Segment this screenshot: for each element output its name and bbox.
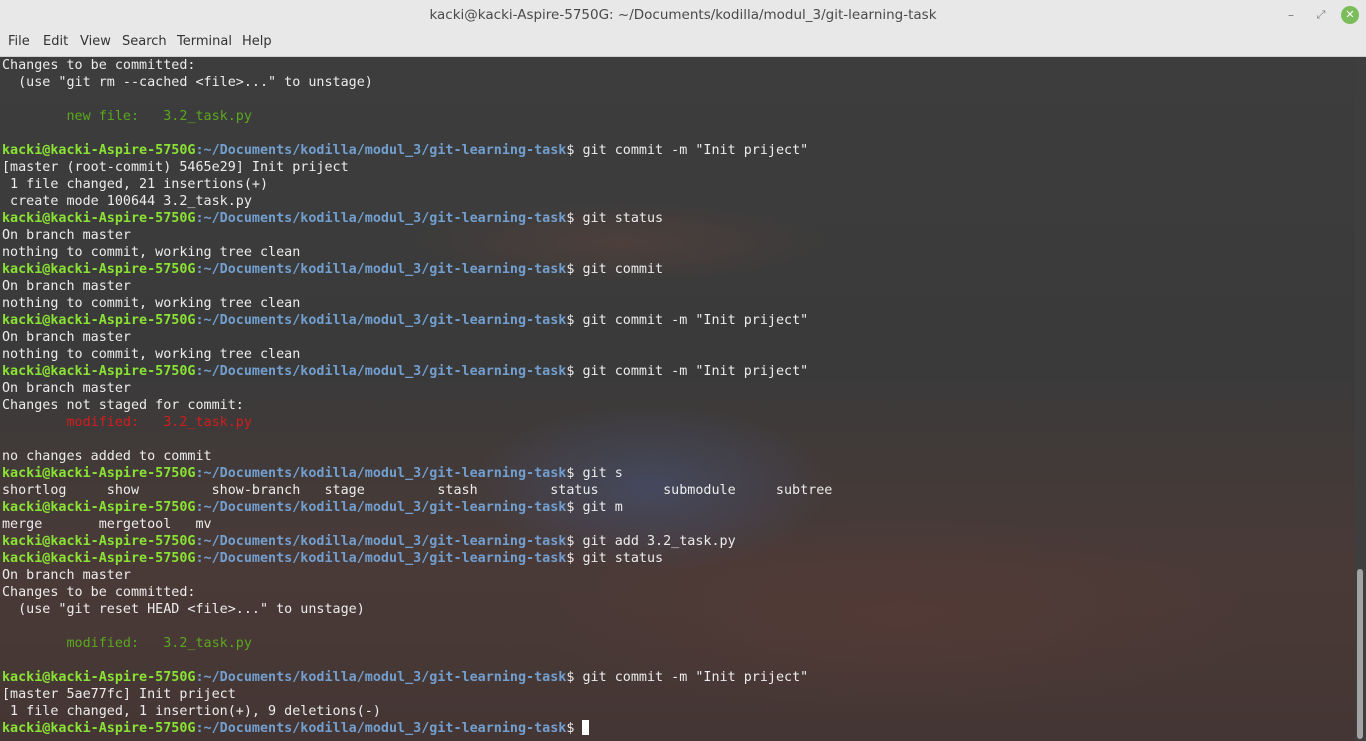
command-text: git status (582, 211, 664, 226)
output-line: nothing to commit, working tree clean (2, 347, 301, 362)
prompt-sigil: $ (566, 500, 583, 515)
prompt-user: kacki@kacki-Aspire-5750G (2, 670, 196, 685)
command-text: git commit -m "Init priject" (582, 313, 809, 328)
active-prompt-line[interactable]: kacki@kacki-Aspire-5750G:~/Documents/kod… (2, 720, 590, 737)
prompt-line: kacki@kacki-Aspire-5750G:~/Documents/kod… (2, 550, 663, 567)
prompt-path: :~/Documents/kodilla/modul_3/git-learnin… (195, 313, 567, 328)
prompt-path: :~/Documents/kodilla/modul_3/git-learnin… (195, 500, 567, 515)
prompt-path: :~/Documents/kodilla/modul_3/git-learnin… (195, 534, 567, 549)
output-line: (use "git rm --cached <file>..." to unst… (2, 75, 373, 90)
prompt-user: kacki@kacki-Aspire-5750G (2, 721, 196, 736)
prompt-sigil: $ (566, 313, 583, 328)
prompt-path: :~/Documents/kodilla/modul_3/git-learnin… (195, 670, 567, 685)
terminal-scrollbar[interactable] (1355, 57, 1366, 741)
output-line: [master 5ae77fc] Init priject (2, 687, 236, 702)
prompt-path: :~/Documents/kodilla/modul_3/git-learnin… (195, 551, 567, 566)
prompt-user: kacki@kacki-Aspire-5750G (2, 262, 196, 277)
close-icon[interactable]: ✕ (1341, 6, 1359, 24)
menu-terminal[interactable]: Terminal (177, 34, 232, 49)
output-line: Changes to be committed: (2, 58, 196, 73)
prompt-line: kacki@kacki-Aspire-5750G:~/Documents/kod… (2, 210, 663, 227)
output-line: On branch master (2, 330, 131, 345)
command-text: git add 3.2_task.py (582, 534, 736, 549)
prompt-sigil: $ (566, 211, 583, 226)
prompt-line: kacki@kacki-Aspire-5750G:~/Documents/kod… (2, 669, 808, 686)
prompt-sigil: $ (566, 364, 583, 379)
window-title: kacki@kacki-Aspire-5750G: ~/Documents/ko… (429, 7, 937, 23)
minimize-icon[interactable]: – (1282, 6, 1300, 24)
scrollbar-thumb[interactable] (1357, 569, 1363, 739)
menu-edit[interactable]: Edit (43, 34, 68, 49)
output-line: Changes to be committed: (2, 585, 196, 600)
completion-list: merge mergetool mv (2, 517, 212, 532)
output-line: 1 file changed, 1 insertion(+), 9 deleti… (2, 704, 381, 719)
prompt-line: kacki@kacki-Aspire-5750G:~/Documents/kod… (2, 363, 808, 380)
output-line: create mode 100644 3.2_task.py (2, 194, 252, 209)
menu-view[interactable]: View (80, 34, 111, 49)
output-line: (use "git reset HEAD <file>..." to unsta… (2, 602, 365, 617)
prompt-user: kacki@kacki-Aspire-5750G (2, 534, 196, 549)
prompt-sigil: $ (566, 534, 583, 549)
menu-help[interactable]: Help (242, 34, 272, 49)
output-line: On branch master (2, 381, 131, 396)
menu-search[interactable]: Search (122, 34, 167, 49)
output-line: nothing to commit, working tree clean (2, 296, 301, 311)
output-line: Changes not staged for commit: (2, 398, 244, 413)
prompt-user: kacki@kacki-Aspire-5750G (2, 211, 196, 226)
prompt-path: :~/Documents/kodilla/modul_3/git-learnin… (195, 262, 567, 277)
prompt-path: :~/Documents/kodilla/modul_3/git-learnin… (195, 364, 567, 379)
output-line: [master (root-commit) 5465e29] Init prij… (2, 160, 349, 175)
command-text: git m (582, 500, 623, 515)
command-text: git commit (582, 262, 664, 277)
staged-file-line: modified: 3.2_task.py (2, 636, 252, 651)
staged-file-line: new file: 3.2_task.py (2, 109, 252, 124)
prompt-sigil: $ (566, 466, 583, 481)
prompt-line: kacki@kacki-Aspire-5750G:~/Documents/kod… (2, 142, 808, 159)
command-text: git status (582, 551, 664, 566)
prompt-user: kacki@kacki-Aspire-5750G (2, 364, 196, 379)
menu-bar: File Edit View Search Terminal Help (0, 30, 1366, 57)
prompt-line: kacki@kacki-Aspire-5750G:~/Documents/kod… (2, 312, 808, 329)
prompt-user: kacki@kacki-Aspire-5750G (2, 143, 196, 158)
unstaged-file-line: modified: 3.2_task.py (2, 415, 252, 430)
prompt-sigil: $ (566, 551, 583, 566)
output-line: On branch master (2, 279, 131, 294)
command-text: git s (582, 466, 623, 481)
output-line: On branch master (2, 228, 131, 243)
output-line: no changes added to commit (2, 449, 212, 464)
prompt-line: kacki@kacki-Aspire-5750G:~/Documents/kod… (2, 465, 623, 482)
prompt-line: kacki@kacki-Aspire-5750G:~/Documents/kod… (2, 261, 663, 278)
maximize-icon[interactable]: ⤢ (1312, 6, 1330, 24)
output-line: 1 file changed, 21 insertions(+) (2, 177, 269, 192)
completion-list: shortlog show show-branch stage stash st… (2, 483, 833, 498)
output-line: On branch master (2, 568, 131, 583)
command-text: git commit -m "Init priject" (582, 143, 809, 158)
prompt-path: :~/Documents/kodilla/modul_3/git-learnin… (195, 143, 567, 158)
prompt-path: :~/Documents/kodilla/modul_3/git-learnin… (195, 721, 567, 736)
prompt-user: kacki@kacki-Aspire-5750G (2, 500, 196, 515)
prompt-user: kacki@kacki-Aspire-5750G (2, 313, 196, 328)
prompt-sigil: $ (566, 721, 583, 736)
output-line: nothing to commit, working tree clean (2, 245, 301, 260)
prompt-sigil: $ (566, 670, 583, 685)
menu-file[interactable]: File (8, 34, 30, 49)
prompt-path: :~/Documents/kodilla/modul_3/git-learnin… (195, 211, 567, 226)
window-titlebar: kacki@kacki-Aspire-5750G: ~/Documents/ko… (0, 0, 1366, 31)
prompt-sigil: $ (566, 143, 583, 158)
command-text: git commit -m "Init priject" (582, 364, 809, 379)
command-text: git commit -m "Init priject" (582, 670, 809, 685)
prompt-line: kacki@kacki-Aspire-5750G:~/Documents/kod… (2, 499, 623, 516)
prompt-line: kacki@kacki-Aspire-5750G:~/Documents/kod… (2, 533, 736, 550)
terminal-output[interactable]: Changes to be committed: (use "git rm --… (0, 57, 1355, 741)
prompt-path: :~/Documents/kodilla/modul_3/git-learnin… (195, 466, 567, 481)
prompt-sigil: $ (566, 262, 583, 277)
prompt-user: kacki@kacki-Aspire-5750G (2, 551, 196, 566)
prompt-user: kacki@kacki-Aspire-5750G (2, 466, 196, 481)
text-cursor (582, 720, 590, 735)
